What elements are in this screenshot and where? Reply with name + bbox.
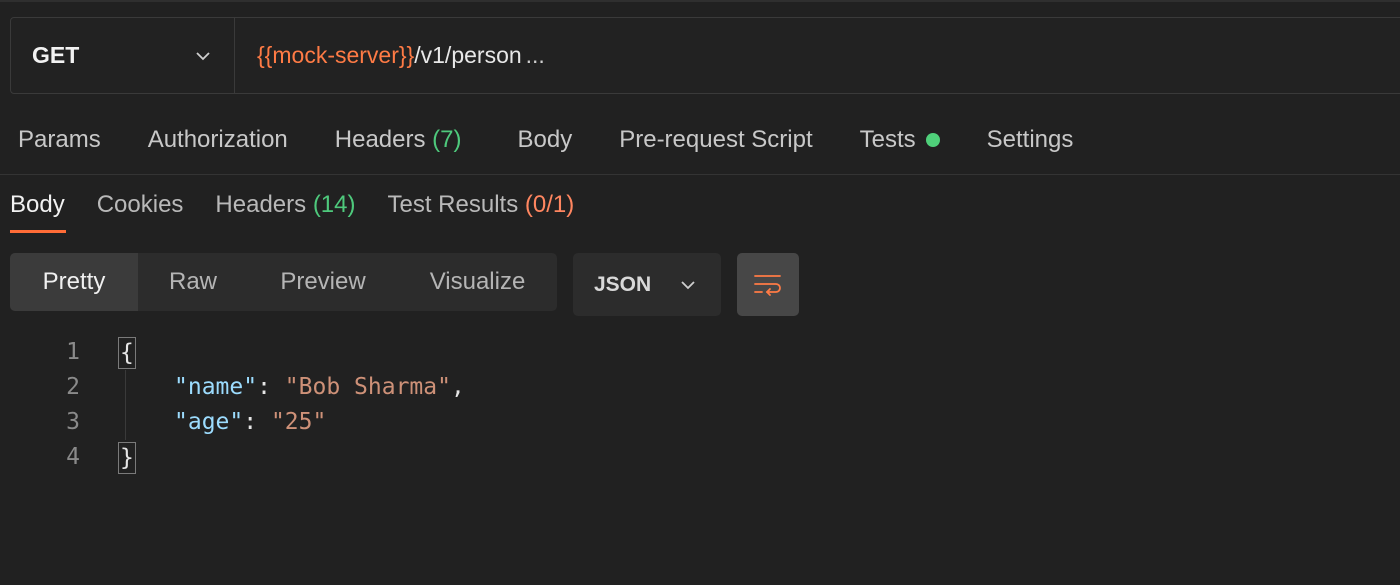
url-ellipsis: ... xyxy=(525,42,545,68)
request-url-bar: GET {{mock-server}}/v1/person... xyxy=(10,17,1400,94)
tab-pre-request-script[interactable]: Pre-request Script xyxy=(619,126,812,154)
code-line: 3 "age": "25" xyxy=(0,405,1400,440)
tab-label: Headers xyxy=(334,126,426,153)
tab-label: Headers xyxy=(215,191,307,218)
tab-label: Body xyxy=(10,191,65,218)
tab-label: Authorization xyxy=(147,126,288,153)
json-pair: "age": "25" xyxy=(174,405,326,440)
response-tab-cookies[interactable]: Cookies xyxy=(97,191,184,233)
json-key: "name" xyxy=(174,374,258,400)
test-results-count: (0/1) xyxy=(524,191,575,218)
json-sep: : xyxy=(257,374,285,400)
line-number: 1 xyxy=(66,339,80,365)
tab-params[interactable]: Params xyxy=(18,126,101,154)
tab-label: Params xyxy=(18,126,101,153)
view-raw-button[interactable]: Raw xyxy=(138,253,248,311)
response-tab-body[interactable]: Body xyxy=(10,191,66,233)
tab-label: Cookies xyxy=(96,191,184,218)
wrap-lines-icon xyxy=(754,274,781,296)
tab-label: Settings xyxy=(986,126,1074,153)
response-headers-count: (14) xyxy=(312,191,356,218)
tab-label: Test Results xyxy=(387,191,519,218)
json-trail: , xyxy=(450,374,465,400)
json-value: "Bob Sharma" xyxy=(284,374,451,400)
code-line: 1 { xyxy=(0,335,1400,370)
tab-authorization[interactable]: Authorization xyxy=(148,126,288,154)
chevron-down-icon xyxy=(681,280,695,289)
response-tab-headers[interactable]: Headers (14) xyxy=(215,191,355,233)
json-sep: : xyxy=(243,409,271,435)
response-tab-test-results[interactable]: Test Results (0/1) xyxy=(388,191,575,233)
view-pretty-button[interactable]: Pretty xyxy=(10,253,138,311)
response-tabs: Body Cookies Headers (14) Test Results (… xyxy=(10,191,606,233)
url-variable: {{mock-server}} xyxy=(257,42,415,68)
format-dropdown[interactable]: JSON xyxy=(573,253,721,316)
view-mode-switcher: Pretty Raw Preview Visualize xyxy=(10,253,557,311)
json-value: "25" xyxy=(270,409,327,435)
tests-status-dot xyxy=(925,133,940,147)
section-divider xyxy=(0,174,1400,175)
json-key: "age" xyxy=(174,409,244,435)
tab-label: Pre-request Script xyxy=(619,126,813,153)
chevron-down-icon xyxy=(196,51,210,60)
headers-count: (7) xyxy=(432,126,462,153)
format-label: JSON xyxy=(594,272,652,296)
line-number: 3 xyxy=(66,409,80,435)
tab-headers[interactable]: Headers (7) xyxy=(335,126,462,154)
line-number: 4 xyxy=(66,444,80,470)
code-line: 2 "name": "Bob Sharma", xyxy=(0,370,1400,405)
tab-label: Tests xyxy=(859,126,916,153)
tab-settings[interactable]: Settings xyxy=(987,126,1074,154)
tab-label: Body xyxy=(517,126,573,153)
wrap-lines-button[interactable] xyxy=(737,253,799,316)
close-brace: } xyxy=(118,442,136,474)
method-selector[interactable]: GET xyxy=(11,18,235,93)
url-input[interactable]: {{mock-server}}/v1/person... xyxy=(235,42,545,69)
method-label: GET xyxy=(32,42,80,68)
tab-tests[interactable]: Tests xyxy=(860,126,940,154)
url-path: /v1/person xyxy=(414,42,522,68)
code-line: 4 } xyxy=(0,440,1400,475)
tab-body[interactable]: Body xyxy=(518,126,573,154)
request-tabs: Params Authorization Headers (7) Body Pr… xyxy=(18,126,1120,154)
open-brace: { xyxy=(118,337,136,369)
top-border xyxy=(0,0,1400,2)
view-preview-button[interactable]: Preview xyxy=(248,253,398,311)
json-pair: "name": "Bob Sharma", xyxy=(174,370,465,405)
view-visualize-button[interactable]: Visualize xyxy=(398,253,557,311)
response-body-code: 1 { 2 "name": "Bob Sharma", 3 "age": "25… xyxy=(0,335,1400,475)
line-number: 2 xyxy=(66,374,80,400)
